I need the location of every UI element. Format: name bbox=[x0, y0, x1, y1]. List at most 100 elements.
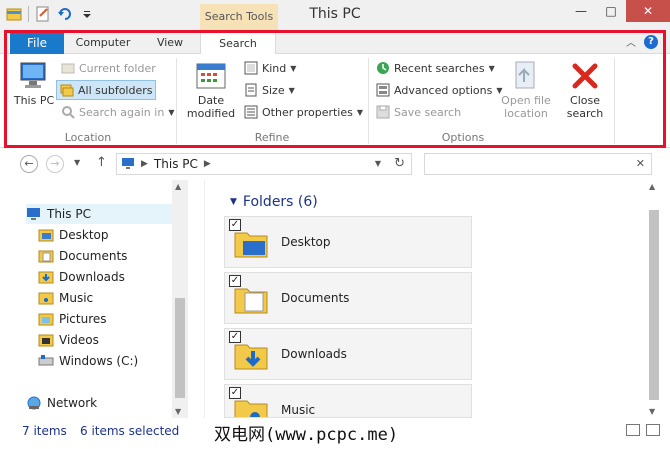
content-scrollbar[interactable]: ▲ ▼ bbox=[646, 180, 662, 418]
sidebar-item-documents[interactable]: Documents bbox=[38, 246, 127, 266]
watermark: 双电网(www.pcpc.me) bbox=[210, 420, 403, 445]
advanced-options-button[interactable]: Advanced options ▼ bbox=[373, 80, 506, 100]
all-subfolders-label: All subfolders bbox=[78, 83, 153, 97]
up-arrow-icon[interactable]: ↑ bbox=[96, 155, 107, 170]
selected-count: 6 items selected bbox=[80, 424, 180, 438]
sidebar-item-pictures[interactable]: Pictures bbox=[38, 309, 107, 329]
all-subfolders-button[interactable]: All subfolders bbox=[56, 80, 157, 100]
properties-icon bbox=[244, 105, 258, 119]
computer-icon bbox=[26, 206, 42, 222]
back-button[interactable]: ← bbox=[20, 155, 38, 173]
breadcrumb[interactable]: This PC bbox=[154, 157, 198, 171]
close-button[interactable]: ✕ bbox=[626, 0, 670, 22]
folder-icon bbox=[38, 332, 54, 348]
folder-icon bbox=[38, 227, 54, 243]
folder-tile-downloads[interactable]: ✓ Downloads bbox=[224, 328, 472, 380]
address-field[interactable]: ▶ This PC ▶ ▼ ↻ bbox=[116, 153, 412, 175]
this-pc-label: This PC bbox=[13, 94, 55, 107]
save-search-label: Save search bbox=[394, 105, 462, 119]
clear-search-icon[interactable]: ✕ bbox=[636, 157, 645, 170]
refresh-icon[interactable]: ↻ bbox=[394, 156, 405, 171]
open-file-location-icon bbox=[510, 60, 542, 92]
minimize-ribbon-icon[interactable]: ︿ bbox=[626, 34, 636, 49]
navigation-pane: This PC Desktop Documents Downloads Musi… bbox=[0, 180, 205, 418]
close-icon bbox=[569, 60, 601, 92]
close-search-label: Close search bbox=[566, 94, 604, 120]
tab-search[interactable]: Search bbox=[200, 32, 276, 55]
forward-button[interactable]: → bbox=[46, 155, 64, 173]
maximize-button[interactable]: □ bbox=[596, 0, 626, 22]
date-modified-button[interactable]: Date modified bbox=[181, 60, 241, 120]
search-again-in-label: Search again in bbox=[79, 105, 165, 119]
sidebar-item-this-pc[interactable]: This PC bbox=[26, 204, 188, 224]
computer-icon bbox=[121, 157, 137, 171]
subfolders-icon bbox=[60, 83, 74, 97]
details-view-icon[interactable] bbox=[626, 424, 640, 436]
breadcrumb-chevron-icon[interactable]: ▶ bbox=[204, 159, 211, 169]
folder-icon bbox=[233, 337, 269, 373]
folder-name: Downloads bbox=[281, 347, 347, 361]
help-icon[interactable]: ? bbox=[644, 34, 658, 49]
large-icons-view-icon[interactable] bbox=[646, 424, 660, 436]
folder-tile-music[interactable]: ✓ Music bbox=[224, 384, 472, 418]
group-location: This PC Current folder All subfolders Se… bbox=[0, 54, 176, 148]
folder-icon bbox=[233, 225, 269, 261]
tab-view[interactable]: View bbox=[142, 32, 198, 54]
properties-icon[interactable] bbox=[35, 6, 51, 22]
nav-pane-scrollbar[interactable]: ▲ ▼ bbox=[172, 180, 188, 418]
folders-group-header[interactable]: ▼ Folders (6) bbox=[230, 194, 318, 210]
network-icon bbox=[26, 395, 42, 411]
quick-access-toolbar bbox=[6, 6, 95, 22]
size-button[interactable]: Size ▼ bbox=[241, 80, 298, 100]
customize-qat-icon[interactable] bbox=[79, 6, 95, 22]
status-bar: 7 items 6 items selected 双电网(www.pcpc.me… bbox=[0, 418, 670, 449]
sidebar-item-label: Music bbox=[59, 291, 94, 305]
other-properties-button[interactable]: Other properties ▼ bbox=[241, 102, 366, 122]
scroll-up-icon[interactable]: ▲ bbox=[649, 182, 655, 191]
folder-tile-desktop[interactable]: ✓ Desktop bbox=[224, 216, 472, 268]
kind-label: Kind bbox=[262, 61, 287, 75]
sidebar-item-desktop[interactable]: Desktop bbox=[38, 225, 109, 245]
scroll-thumb[interactable] bbox=[649, 210, 659, 400]
breadcrumb-chevron-icon[interactable]: ▶ bbox=[141, 159, 148, 169]
recent-searches-button[interactable]: Recent searches ▼ bbox=[373, 58, 498, 78]
scroll-down-icon[interactable]: ▼ bbox=[175, 407, 181, 416]
tab-file[interactable]: File bbox=[10, 32, 64, 54]
advanced-options-icon bbox=[376, 83, 390, 97]
folder-tile-documents[interactable]: ✓ Documents bbox=[224, 272, 472, 324]
drive-icon bbox=[38, 353, 54, 369]
undo-icon[interactable] bbox=[57, 6, 73, 22]
open-file-location-button[interactable]: Open file location bbox=[497, 60, 555, 120]
size-icon bbox=[244, 83, 258, 97]
chevron-down-icon: ▼ bbox=[168, 107, 175, 117]
scroll-down-icon[interactable]: ▼ bbox=[649, 407, 655, 416]
ribbon-tabs: File Computer View Search ︿ ? bbox=[0, 30, 670, 55]
collapse-chevron-icon[interactable]: ▼ bbox=[230, 197, 237, 207]
sidebar-item-downloads[interactable]: Downloads bbox=[38, 267, 125, 287]
group-refine: Date modified Kind ▼ Size ▼ Other proper… bbox=[177, 54, 367, 148]
this-pc-button[interactable]: This PC bbox=[10, 60, 58, 107]
sidebar-item-music[interactable]: Music bbox=[38, 288, 93, 308]
folder-icon bbox=[61, 61, 75, 75]
sidebar-item-network[interactable]: Network bbox=[26, 393, 97, 413]
scroll-up-icon[interactable]: ▲ bbox=[175, 182, 181, 191]
explorer-icon[interactable] bbox=[6, 6, 22, 22]
sidebar-item-label: Network bbox=[47, 396, 98, 410]
kind-button[interactable]: Kind ▼ bbox=[241, 58, 299, 78]
close-search-button[interactable]: Close search bbox=[562, 60, 608, 120]
minimize-button[interactable]: — bbox=[566, 0, 596, 22]
tab-computer[interactable]: Computer bbox=[68, 32, 138, 54]
save-search-button[interactable]: Save search bbox=[373, 102, 464, 122]
sidebar-item-label: Documents bbox=[59, 249, 128, 263]
kind-icon bbox=[244, 61, 258, 75]
search-again-in-button[interactable]: Search again in ▼ bbox=[58, 102, 177, 122]
scroll-thumb[interactable] bbox=[175, 298, 185, 398]
recent-locations-icon[interactable]: ▼ bbox=[74, 158, 80, 167]
current-folder-label: Current folder bbox=[79, 61, 156, 75]
sidebar-item-windows-c[interactable]: Windows (C:) bbox=[38, 351, 138, 371]
search-input[interactable]: ✕ bbox=[424, 153, 652, 175]
folder-icon bbox=[233, 393, 269, 417]
current-folder-button[interactable]: Current folder bbox=[58, 58, 159, 78]
sidebar-item-videos[interactable]: Videos bbox=[38, 330, 99, 350]
address-dropdown-icon[interactable]: ▼ bbox=[375, 159, 381, 168]
